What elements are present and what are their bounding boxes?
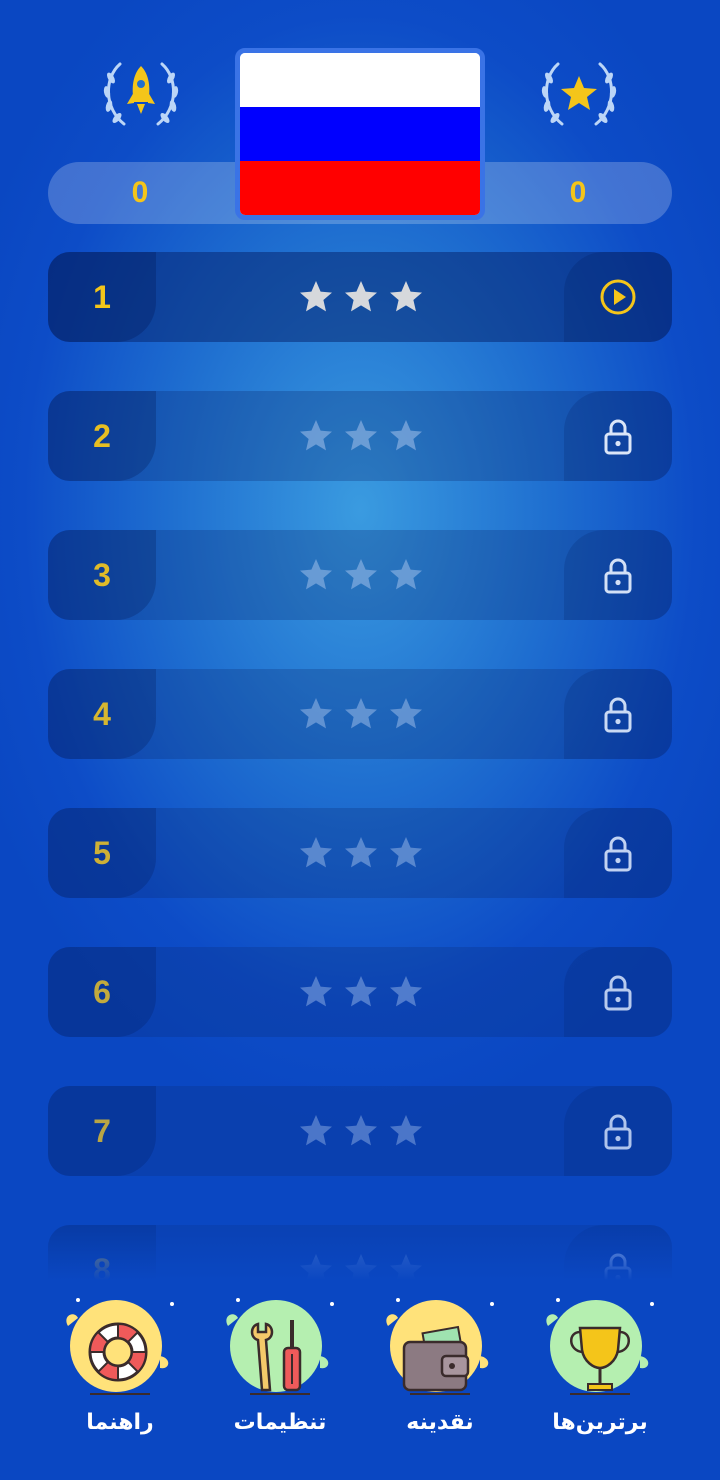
star-icon: [390, 420, 422, 451]
level-number: 6: [93, 974, 111, 1010]
level-number: 2: [93, 418, 111, 454]
russia-flag-icon: [235, 48, 485, 220]
level-number: 1: [93, 279, 111, 315]
star-icon: [390, 1115, 422, 1146]
help-button[interactable]: راهنما: [40, 1290, 200, 1460]
level-stars: [298, 696, 424, 732]
star-icon: [345, 559, 377, 590]
star-icon: [390, 837, 422, 868]
lock-icon[interactable]: [598, 694, 638, 734]
lock-icon[interactable]: [598, 1111, 638, 1151]
star-icon: [390, 698, 422, 729]
level-number: 4: [93, 696, 111, 732]
star-icon: [300, 559, 332, 590]
level-list[interactable]: 12345678: [48, 252, 672, 1292]
wallet-label: نقدینه: [406, 1410, 474, 1435]
leaderboard-button[interactable]: برترین‌ها: [520, 1290, 680, 1460]
level-row[interactable]: 7: [48, 1086, 672, 1176]
level-stars: [298, 974, 424, 1010]
level-row[interactable]: 1: [48, 252, 672, 342]
level-row[interactable]: 6: [48, 947, 672, 1037]
leaderboard-label: برترین‌ها: [552, 1410, 648, 1435]
level-stars: [298, 418, 424, 454]
flag-blue-stripe: [240, 107, 480, 161]
bottom-nav: راهنما تنظیمات نقدینه: [0, 1290, 720, 1480]
tools-icon: [226, 1298, 334, 1395]
star-icon: [300, 698, 332, 729]
level-number: 7: [93, 1113, 111, 1149]
rocket-laurel-icon: [98, 56, 184, 132]
help-label: راهنما: [86, 1410, 154, 1435]
lock-icon[interactable]: [598, 833, 638, 873]
star-icon: [390, 976, 422, 1007]
flag-white-stripe: [240, 53, 480, 107]
level-row[interactable]: 3: [48, 530, 672, 620]
star-laurel-icon: [536, 56, 622, 132]
level-number: 3: [93, 557, 111, 593]
level-stars: [298, 1113, 424, 1149]
wallet-button[interactable]: نقدینه: [360, 1290, 520, 1460]
right-score: 0: [569, 176, 587, 209]
star-icon: [300, 976, 332, 1007]
level-row[interactable]: 5: [48, 808, 672, 898]
star-icon: [300, 837, 332, 868]
header: 0 0: [0, 0, 720, 240]
level-stars: [298, 279, 424, 315]
level-row[interactable]: 2: [48, 391, 672, 481]
level-number: 5: [93, 835, 111, 871]
lock-icon[interactable]: [598, 972, 638, 1012]
lock-icon[interactable]: [598, 555, 638, 595]
level-stars: [298, 835, 424, 871]
trophy-icon: [546, 1298, 654, 1395]
star-icon: [345, 281, 377, 312]
star-icon: [390, 559, 422, 590]
lock-icon[interactable]: [598, 416, 638, 456]
star-icon: [345, 976, 377, 1007]
star-icon: [345, 420, 377, 451]
play-icon[interactable]: [598, 277, 638, 317]
star-icon: [300, 1115, 332, 1146]
wallet-icon: [386, 1298, 494, 1395]
star-icon: [300, 420, 332, 451]
flag-red-stripe: [240, 161, 480, 215]
level-stars: [298, 557, 424, 593]
star-icon: [390, 281, 422, 312]
star-icon: [300, 281, 332, 312]
star-icon: [345, 1115, 377, 1146]
settings-label: تنظیمات: [233, 1410, 327, 1435]
star-icon: [345, 837, 377, 868]
settings-button[interactable]: تنظیمات: [200, 1290, 360, 1460]
lifebuoy-icon: [66, 1298, 174, 1395]
level-row[interactable]: 4: [48, 669, 672, 759]
left-score: 0: [131, 176, 149, 209]
star-icon: [345, 698, 377, 729]
list-fade-overlay: [48, 1212, 672, 1292]
